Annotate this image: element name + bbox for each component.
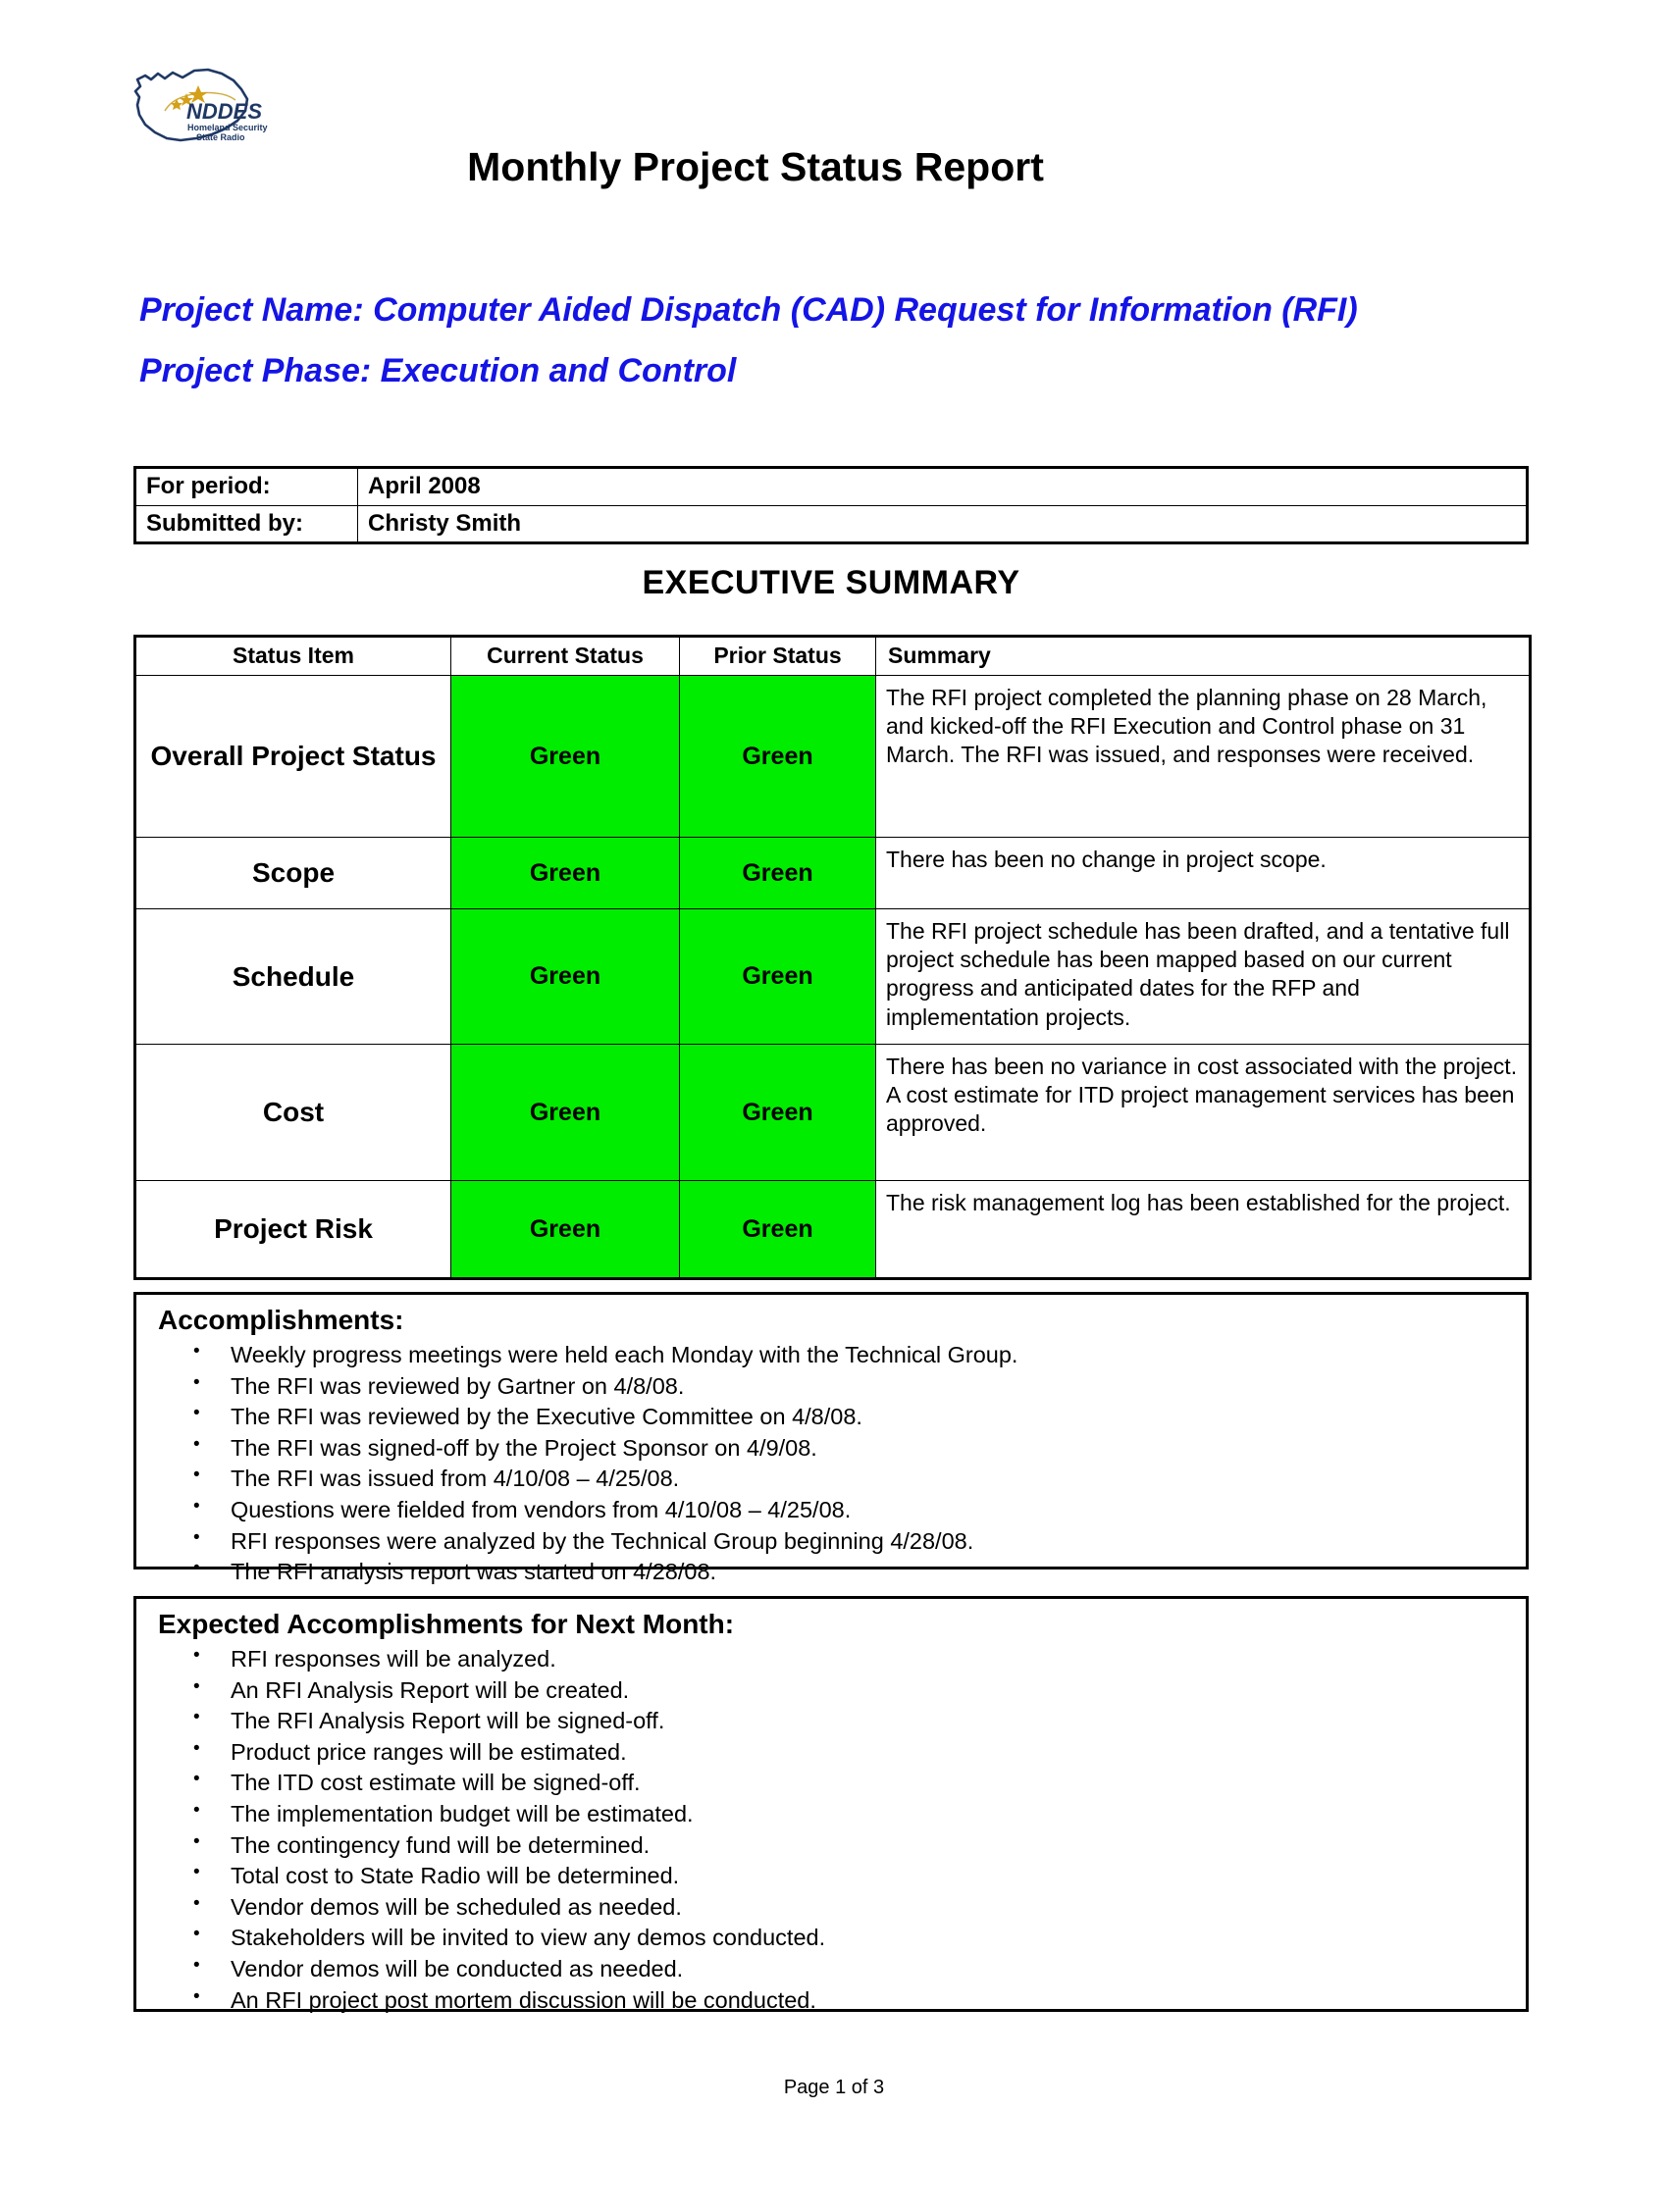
accomplishments-list: Weekly progress meetings were held each … (136, 1339, 1526, 1588)
list-item: Weekly progress meetings were held each … (193, 1339, 1526, 1371)
status-badge-prior: Green (679, 1180, 876, 1279)
for-period-value: April 2008 (357, 467, 1528, 506)
status-badge-prior: Green (679, 908, 876, 1045)
executive-summary-table: Status Item Current Status Prior Status … (133, 635, 1532, 1280)
column-header-current-status: Current Status (450, 636, 680, 676)
accomplishments-title: Accomplishments: (158, 1305, 404, 1335)
table-row: Overall Project Status Green Green The R… (134, 675, 1531, 838)
list-item: The RFI analysis report was started on 4… (193, 1556, 1526, 1588)
column-header-prior-status: Prior Status (679, 636, 876, 676)
nddes-logo: NDDES Homeland Security State Radio (126, 54, 278, 152)
list-item: Questions were fielded from vendors from… (193, 1494, 1526, 1526)
table-row: Submitted by: Christy Smith (134, 504, 1528, 544)
status-item-label: Scope (134, 837, 451, 909)
status-badge-current: Green (450, 1180, 680, 1279)
table-row: Project Risk Green Green The risk manage… (134, 1180, 1531, 1279)
list-item: Total cost to State Radio will be determ… (193, 1860, 1526, 1892)
status-summary-text: The risk management log has been establi… (875, 1180, 1531, 1279)
table-row: Scope Green Green There has been no chan… (134, 837, 1531, 909)
submitted-by-value: Christy Smith (357, 504, 1528, 544)
logo-text: NDDES (186, 99, 262, 124)
column-header-status-item: Status Item (134, 636, 451, 676)
status-badge-current: Green (450, 675, 680, 838)
for-period-label: For period: (134, 467, 358, 506)
page-number-label: Page 1 of 3 (783, 2077, 885, 2098)
list-item: The RFI was signed-off by the Project Sp… (193, 1432, 1526, 1465)
executive-summary-heading: EXECUTIVE SUMMARY (642, 564, 1020, 601)
list-item: The RFI Analysis Report will be signed-o… (193, 1705, 1526, 1737)
status-item-label: Schedule (134, 908, 451, 1045)
status-item-label: Project Risk (134, 1180, 451, 1279)
status-badge-current: Green (450, 908, 680, 1045)
page-title: Monthly Project Status Report (0, 144, 1668, 190)
logo-subtitle-1: Homeland Security (187, 123, 268, 132)
list-item: The RFI was reviewed by the Executive Co… (193, 1401, 1526, 1433)
list-item: The RFI was reviewed by Gartner on 4/8/0… (193, 1370, 1526, 1403)
expected-accomplishments-list: RFI responses will be analyzed. An RFI A… (136, 1643, 1526, 2017)
list-item: The RFI was issued from 4/10/08 – 4/25/0… (193, 1463, 1526, 1495)
project-name: Project Name: Computer Aided Dispatch (C… (139, 291, 1358, 329)
list-item: RFI responses will be analyzed. (193, 1643, 1526, 1675)
status-summary-text: There has been no change in project scop… (875, 837, 1531, 909)
table-header-row: Status Item Current Status Prior Status … (134, 636, 1531, 676)
status-summary-text: The RFI project schedule has been drafte… (875, 908, 1531, 1045)
logo-subtitle-2: State Radio (196, 132, 245, 142)
project-identification: Project Name: Computer Aided Dispatch (C… (139, 289, 1444, 390)
list-item: Vendor demos will be conducted as needed… (193, 1953, 1526, 1985)
submitted-by-label: Submitted by: (134, 504, 358, 544)
project-phase: Project Phase: Execution and Control (139, 352, 737, 390)
expected-accomplishments-panel: Expected Accomplishments for Next Month:… (133, 1596, 1529, 2013)
page-footer: Page 1 of 3 (0, 2077, 1668, 2099)
status-item-label: Cost (134, 1044, 451, 1181)
document-header: NDDES Homeland Security State Radio Mont… (0, 54, 1668, 201)
page-title-text: Monthly Project Status Report (467, 144, 1044, 189)
status-badge-current: Green (450, 1044, 680, 1181)
column-header-summary: Summary (875, 636, 1531, 676)
status-badge-prior: Green (679, 675, 876, 838)
list-item: RFI responses were analyzed by the Techn… (193, 1525, 1526, 1558)
table-row: For period: April 2008 (134, 467, 1528, 506)
status-badge-prior: Green (679, 837, 876, 909)
list-item: The ITD cost estimate will be signed-off… (193, 1767, 1526, 1799)
list-item: Vendor demos will be scheduled as needed… (193, 1891, 1526, 1924)
period-table: For period: April 2008 Submitted by: Chr… (133, 466, 1529, 545)
document-page: NDDES Homeland Security State Radio Mont… (0, 54, 1668, 2212)
status-summary-text: There has been no variance in cost assoc… (875, 1044, 1531, 1181)
table-row: Schedule Green Green The RFI project sch… (134, 908, 1531, 1045)
accomplishments-panel: Accomplishments: Weekly progress meeting… (133, 1292, 1529, 1584)
list-item: Stakeholders will be invited to view any… (193, 1922, 1526, 1954)
list-item: The implementation budget will be estima… (193, 1798, 1526, 1830)
status-badge-current: Green (450, 837, 680, 909)
status-item-label: Overall Project Status (134, 675, 451, 838)
status-summary-text: The RFI project completed the planning p… (875, 675, 1531, 838)
list-item: An RFI project post mortem discussion wi… (193, 1984, 1526, 2017)
expected-accomplishments-title: Expected Accomplishments for Next Month: (158, 1609, 735, 1639)
list-item: Product price ranges will be estimated. (193, 1736, 1526, 1769)
table-row: Cost Green Green There has been no varia… (134, 1044, 1531, 1181)
list-item: An RFI Analysis Report will be created. (193, 1674, 1526, 1707)
status-badge-prior: Green (679, 1044, 876, 1181)
list-item: The contingency fund will be determined. (193, 1829, 1526, 1862)
